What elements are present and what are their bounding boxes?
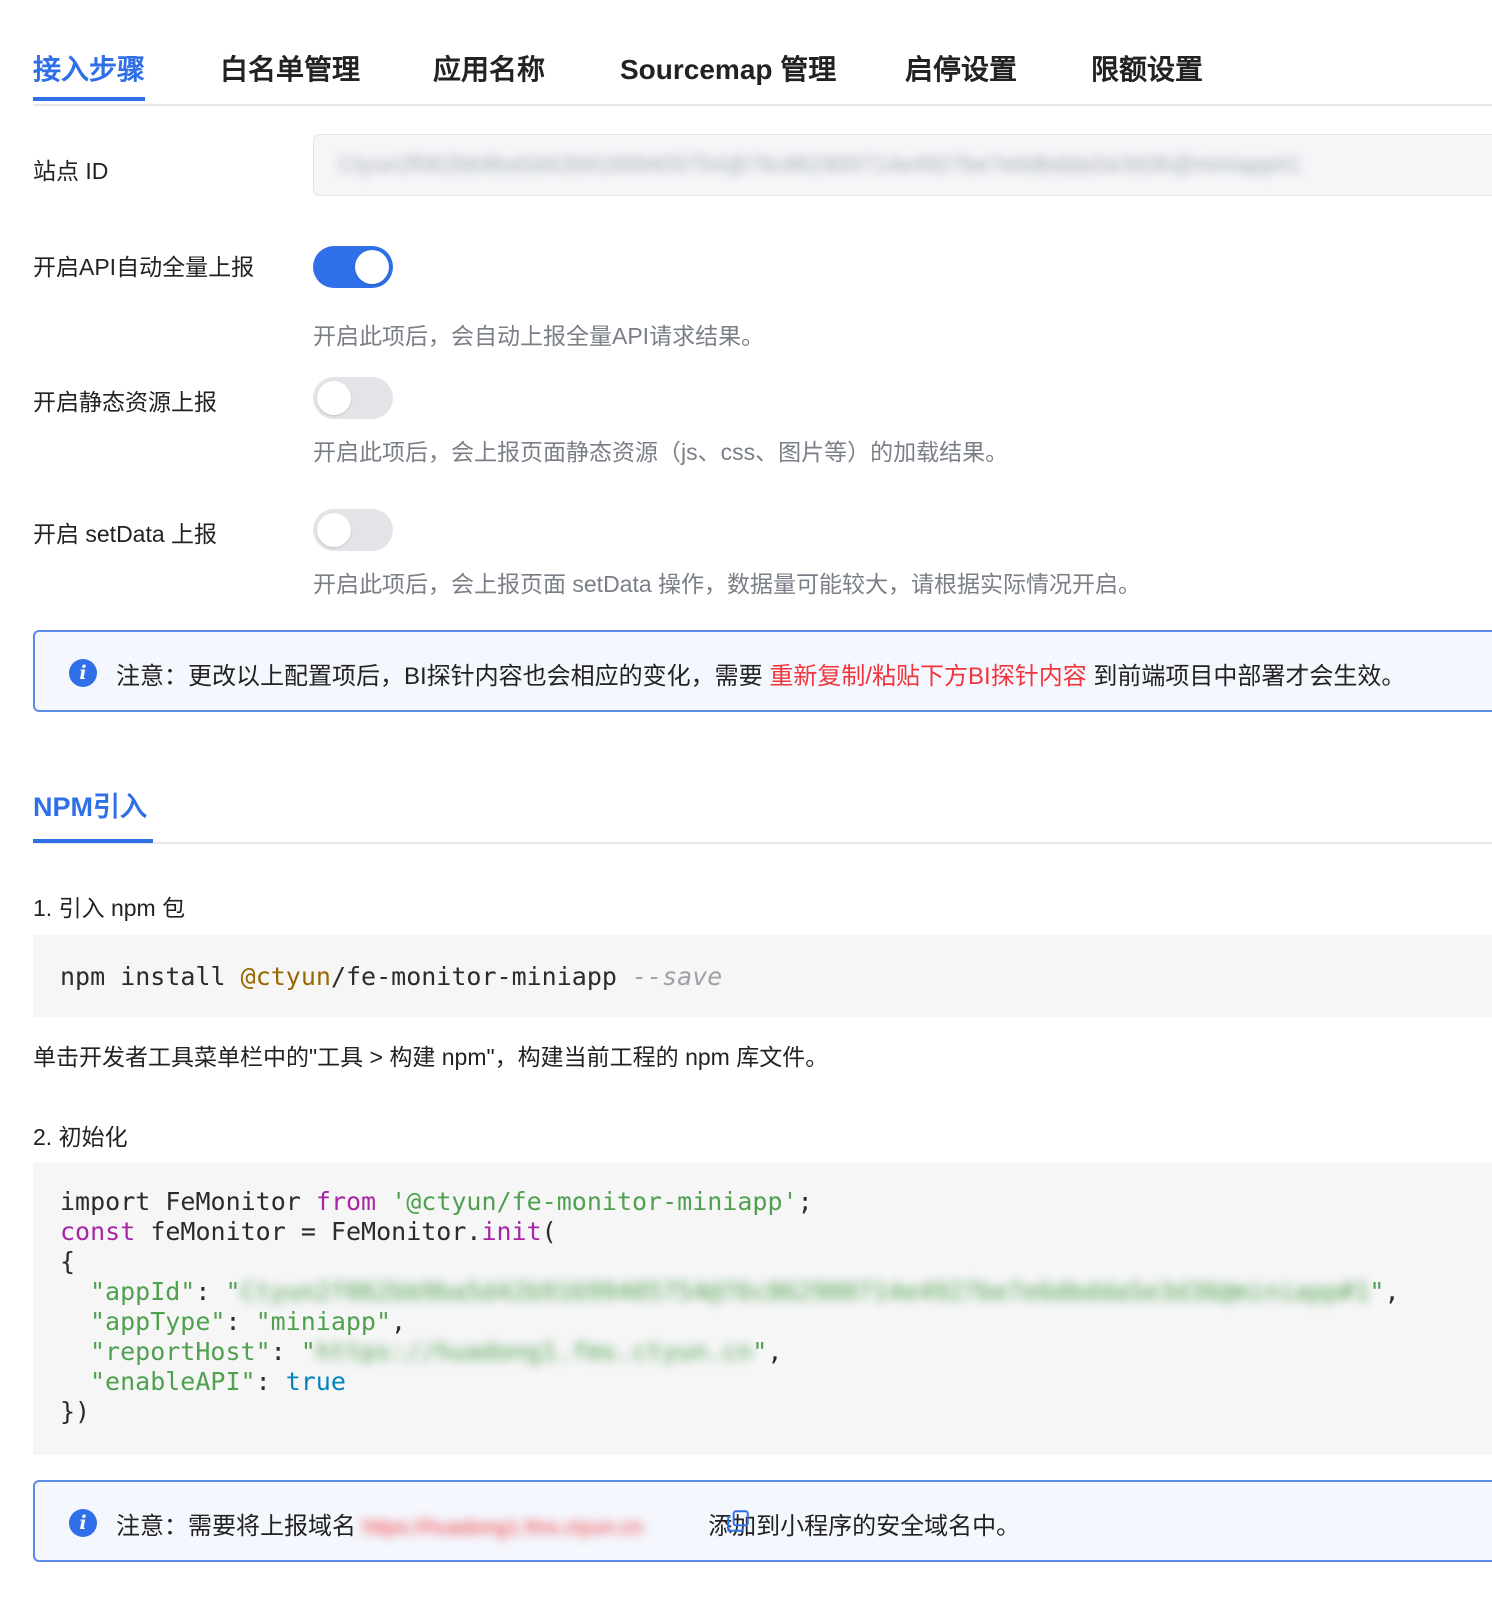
package-name: /fe-monitor-miniapp [330, 962, 617, 991]
api-report-toggle[interactable] [313, 246, 393, 288]
code-line-reporthost: "reportHost": "https://huadong1.fms.ctyu… [90, 1337, 783, 1366]
save-flag: --save [632, 962, 723, 991]
const-declaration: feMonitor = FeMonitor. [135, 1217, 482, 1246]
toggle-knob [355, 250, 389, 284]
api-report-label: 开启API自动全量上报 [33, 254, 255, 280]
reporthost-value: https://huadong1.fms.ctyun.cn [315, 1337, 753, 1366]
reporthost-key: "reportHost" [90, 1337, 271, 1366]
config-change-notice: i 注意：更改以上配置项后，BI探针内容也会相应的变化，需要 重新复制/粘贴下方… [33, 630, 1492, 712]
from-keyword: from [315, 1187, 377, 1216]
appid-value: Ctyun2f062bb9ba5d42b91699405754@76c86290… [240, 1277, 1370, 1306]
tab-sourcemap[interactable]: Sourcemap 管理 [620, 48, 836, 88]
info-icon: i [69, 1509, 97, 1537]
static-report-toggle[interactable] [313, 377, 393, 419]
code-line-import: import FeMonitor from '@ctyun/fe-monitor… [60, 1187, 813, 1216]
apptype-key: "appType" [90, 1307, 226, 1336]
package-scope: @ctyun [240, 962, 331, 991]
npm-tab-bar: NPM引入 [33, 760, 1492, 844]
static-report-hint: 开启此项后，会上报页面静态资源（js、css、图片等）的加载结果。 [313, 439, 1009, 465]
code-line-brace: { [60, 1247, 76, 1276]
toggle-knob [317, 513, 351, 547]
step1-description: 单击开发者工具菜单栏中的"工具 > 构建 npm"，构建当前工程的 npm 库文… [33, 1044, 829, 1070]
apptype-value: "miniapp" [255, 1307, 392, 1336]
code-line-const: const feMonitor = FeMonitor.init( [60, 1217, 557, 1246]
notice-suffix: 添加到小程序的安全域名中。 [708, 1513, 1021, 1540]
setdata-report-hint: 开启此项后，会上报页面 setData 操作，数据量可能较大，请根据实际情况开启… [313, 571, 1142, 597]
enableapi-value: true [285, 1367, 346, 1396]
enableapi-key: "enableAPI" [90, 1367, 256, 1396]
step1-title: 1. 引入 npm 包 [33, 895, 186, 921]
install-code-block[interactable]: npm install @ctyun/fe-monitor-miniapp --… [33, 935, 1492, 1017]
domain-notice: i 注意：需要将上报域名 https://huadong1.fms.ctyun.… [33, 1480, 1492, 1562]
const-keyword: const [60, 1217, 136, 1246]
tab-whitelist[interactable]: 白名单管理 [220, 48, 360, 88]
code-line-close: }) [60, 1397, 91, 1426]
tab-app-name[interactable]: 应用名称 [433, 48, 545, 88]
api-report-hint: 开启此项后，会自动上报全量API请求结果。 [313, 323, 765, 349]
notice-highlight: 重新复制/粘贴下方BI探针内容 [769, 663, 1087, 690]
tab-start-stop[interactable]: 启停设置 [905, 48, 1017, 88]
info-icon: i [69, 659, 97, 687]
init-function: init [481, 1217, 542, 1246]
npm-install-keyword: npm install [60, 962, 226, 991]
setdata-report-toggle[interactable] [313, 509, 393, 551]
code-line-appid: "appId": "Ctyun2f062bb9ba5d42b9169940575… [90, 1277, 1400, 1306]
report-domain: https://huadong1.fms.ctyun.cn [362, 1516, 643, 1539]
active-tab-indicator [33, 97, 145, 101]
step2-title: 2. 初始化 [33, 1124, 128, 1150]
notice-text: 注意：需要将上报域名 https://huadong1.fms.ctyun.cn… [116, 1506, 1020, 1541]
top-tab-bar: 接入步骤 白名单管理 应用名称 Sourcemap 管理 启停设置 限额设置 [33, 30, 1492, 106]
notice-suffix: 到前端项目中部署才会生效。 [1093, 663, 1406, 690]
tab-quota[interactable]: 限额设置 [1091, 48, 1203, 88]
site-id-value: Ctyun2f062bb9ba5d42b91699405754@76c86290… [338, 151, 1301, 177]
static-report-label: 开启静态资源上报 [33, 389, 217, 415]
copy-icon[interactable] [725, 1508, 751, 1534]
notice-prefix: 注意：需要将上报域名 [116, 1513, 356, 1540]
appid-key: "appId" [90, 1277, 196, 1306]
active-subtab-indicator [33, 839, 153, 843]
init-code-block[interactable]: import FeMonitor from '@ctyun/fe-monitor… [33, 1163, 1492, 1455]
semicolon: ; [797, 1187, 813, 1216]
notice-text: 注意：更改以上配置项后，BI探针内容也会相应的变化，需要 重新复制/粘贴下方BI… [116, 656, 1405, 691]
code-line-enableapi: "enableAPI": true [90, 1367, 346, 1396]
setdata-report-label: 开启 setData 上报 [33, 521, 218, 547]
import-keyword: import [60, 1187, 151, 1216]
notice-prefix: 注意：更改以上配置项后，BI探针内容也会相应的变化，需要 [116, 663, 763, 690]
toggle-knob [317, 381, 351, 415]
code-line-apptype: "appType": "miniapp", [90, 1307, 407, 1336]
import-source: '@ctyun/fe-monitor-miniapp' [391, 1187, 798, 1216]
tab-access-steps[interactable]: 接入步骤 [33, 48, 145, 88]
import-name: FeMonitor [150, 1187, 316, 1216]
site-id-field[interactable]: Ctyun2f062bb9ba5d42b91699405754@76c86290… [313, 134, 1492, 196]
install-command: npm install @ctyun/fe-monitor-miniapp --… [60, 962, 722, 991]
open-paren: ( [541, 1217, 557, 1246]
tab-npm-import[interactable]: NPM引入 [33, 785, 147, 824]
site-id-label: 站点 ID [33, 158, 109, 184]
